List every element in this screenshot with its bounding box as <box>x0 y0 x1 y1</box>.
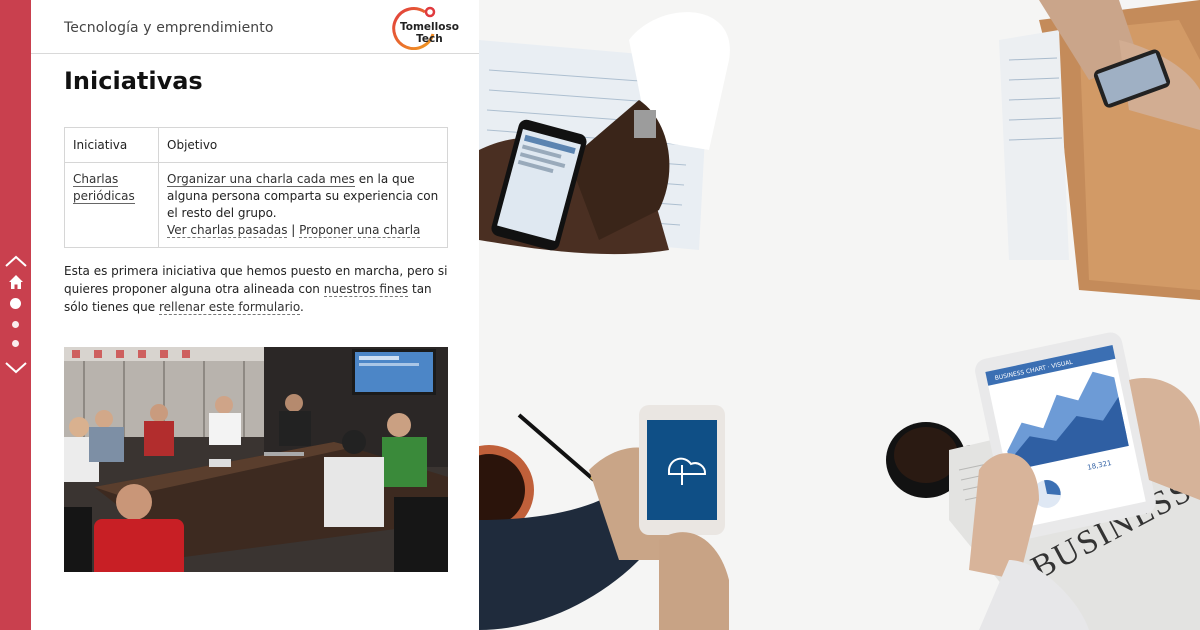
monthly-talk-link[interactable]: Organizar una charla cada mes <box>167 172 355 187</box>
site-title[interactable]: Tecnología y emprendimiento <box>64 20 274 36</box>
column-header-objective: Objetivo <box>158 127 448 163</box>
slide-dot-active[interactable] <box>10 298 21 309</box>
side-rail <box>0 0 31 630</box>
chevron-up-icon[interactable] <box>0 250 31 272</box>
past-talks-link[interactable]: Ver charlas pasadas <box>167 223 288 238</box>
meeting-photo <box>64 347 448 572</box>
charlas-periodicas-link[interactable]: Charlas periódicas <box>73 172 135 204</box>
logo-text: Tomelloso Tech <box>400 21 459 45</box>
content-panel: Tecnología y emprendimiento Tomelloso Te… <box>31 0 479 630</box>
home-icon[interactable] <box>0 274 31 292</box>
chevron-down-icon[interactable] <box>0 357 31 379</box>
table-row: Charlas periódicas Organizar una charla … <box>64 162 448 248</box>
page-title: Iniciativas <box>64 67 203 95</box>
initiatives-table: Iniciativa Objetivo Charlas periódicas O… <box>64 127 448 248</box>
hero-business-image: BUSINESS BUSINESS CHART · VISUAL 18,321 <box>479 0 1200 630</box>
tomelloso-tech-logo[interactable]: Tomelloso Tech <box>385 4 459 51</box>
form-link[interactable]: rellenar este formulario <box>158 300 301 315</box>
slide-dot[interactable] <box>12 321 19 328</box>
objective-cell: Organizar una charla cada mes en la que … <box>158 162 448 248</box>
initiative-cell: Charlas periódicas <box>64 162 159 248</box>
logo-line-1: Tomelloso <box>400 21 459 33</box>
propose-talk-link[interactable]: Proponer una charla <box>299 223 421 238</box>
slide-navigation <box>0 250 31 379</box>
column-header-initiative: Iniciativa <box>64 127 159 163</box>
paragraph-text: . <box>300 300 304 314</box>
our-goals-link[interactable]: nuestros fines <box>323 282 409 297</box>
intro-paragraph: Esta es primera iniciativa que hemos pue… <box>64 262 454 316</box>
logo-line-2: Tech <box>416 33 443 45</box>
slide-dot[interactable] <box>12 340 19 347</box>
link-separator: | <box>287 223 300 237</box>
header-bar: Tecnología y emprendimiento Tomelloso Te… <box>31 0 479 54</box>
table-header-row: Iniciativa Objetivo <box>64 127 448 163</box>
